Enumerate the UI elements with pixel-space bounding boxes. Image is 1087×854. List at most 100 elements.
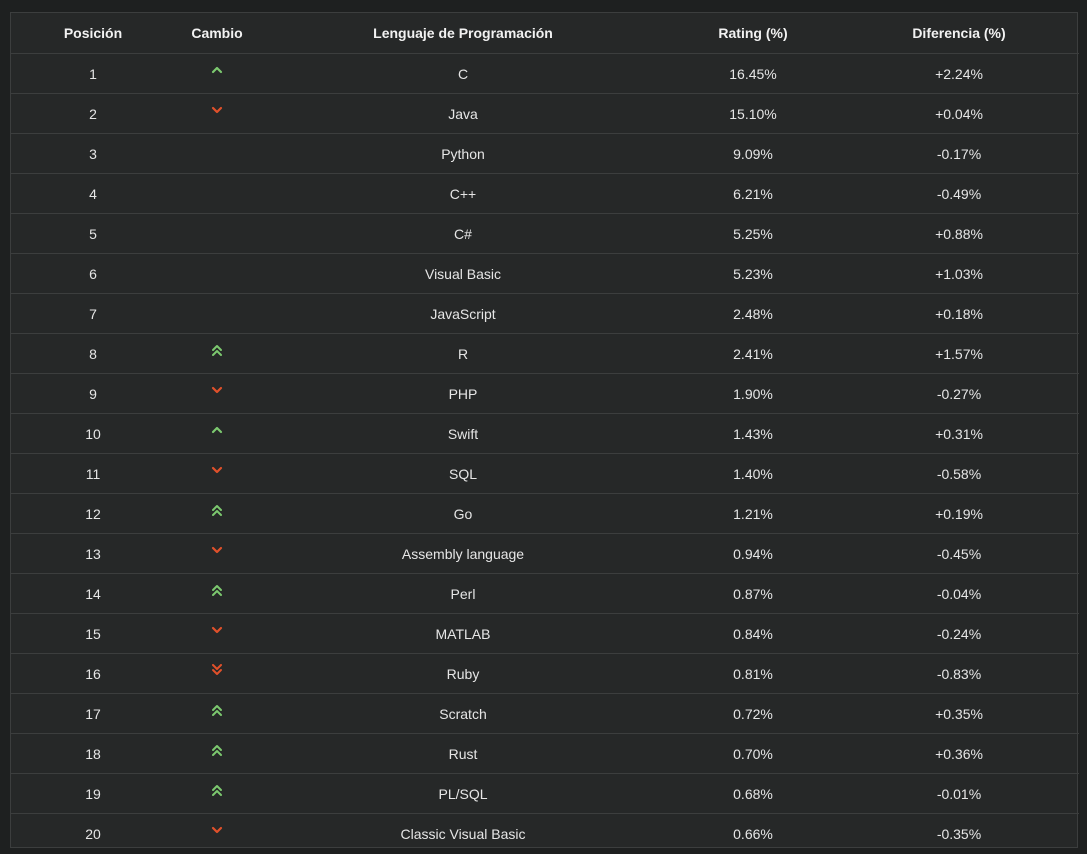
language-cell: Ruby (259, 653, 667, 694)
rating-cell: 0.87% (667, 573, 839, 614)
rating-cell: 2.48% (667, 293, 839, 334)
difference-cell: -0.35% (936, 825, 982, 842)
change-cell (175, 814, 259, 854)
rating-cell: 0.68% (667, 773, 839, 814)
position-cell: 7 (11, 293, 175, 334)
position-cell: 17 (11, 693, 175, 734)
position-cell: 19 (11, 773, 175, 814)
rating-cell: 15.10% (667, 93, 839, 134)
header-change[interactable]: Cambio (175, 13, 259, 54)
position-cell: 4 (11, 173, 175, 214)
difference-cell: -0.04% (839, 573, 1079, 614)
rating-cell: 2.41% (667, 333, 839, 374)
change-cell (175, 533, 259, 574)
position-cell: 14 (11, 573, 175, 614)
ranking-table-panel: Posición Cambio Lenguaje de Programación… (10, 12, 1079, 848)
difference-cell: -0.45% (839, 533, 1079, 574)
position-cell: 9 (11, 373, 175, 414)
chevron-down-icon (211, 384, 223, 396)
change-cell (175, 693, 259, 734)
table-row: 13 Assembly language 0.94% -0.45% (11, 533, 1079, 574)
chevron-down-icon (211, 624, 223, 636)
language-cell: Java (259, 93, 667, 134)
table-row: 11 SQL 1.40% -0.58% (11, 453, 1079, 494)
change-cell (175, 373, 259, 414)
difference-cell: +1.03% (839, 253, 1079, 294)
double-chevron-up-icon (211, 744, 223, 756)
rating-cell: 5.25% (667, 213, 839, 254)
difference-cell: +0.88% (839, 213, 1079, 254)
change-cell (175, 453, 259, 494)
chevron-up-icon (211, 424, 223, 436)
double-chevron-down-icon (211, 663, 223, 676)
table-row: 19 PL/SQL 0.68% -0.01% (11, 773, 1079, 814)
language-cell: Assembly language (259, 533, 667, 574)
rating-cell: 0.94% (667, 533, 839, 574)
table-row: 12 Go 1.21% +0.19% (11, 493, 1079, 534)
rating-cell: 0.72% (667, 693, 839, 734)
double-chevron-up-icon (211, 504, 223, 516)
position-cell: 6 (11, 253, 175, 294)
change-cell (175, 293, 259, 334)
difference-cell: -0.24% (839, 613, 1079, 654)
position-cell: 18 (11, 733, 175, 774)
difference-cell: +0.19% (839, 493, 1079, 534)
language-cell: C (259, 53, 667, 94)
table-row: 15 MATLAB 0.84% -0.24% (11, 613, 1079, 654)
change-cell (175, 173, 259, 214)
rating-cell: 0.84% (667, 613, 839, 654)
rating-cell: 1.90% (667, 373, 839, 414)
change-cell (175, 653, 259, 694)
change-cell (175, 573, 259, 614)
position-cell: 12 (11, 493, 175, 534)
header-position[interactable]: Posición (11, 13, 175, 54)
rating-cell: 6.21% (667, 173, 839, 214)
header-difference[interactable]: Diferencia (%) (839, 13, 1079, 54)
position-cell: 13 (11, 533, 175, 574)
position-cell: 16 (11, 653, 175, 694)
rating-cell: 1.40% (667, 453, 839, 494)
double-chevron-up-icon (211, 704, 223, 716)
double-chevron-up-icon (211, 584, 223, 596)
language-cell: C# (259, 213, 667, 254)
language-cell: Classic Visual Basic (400, 825, 526, 842)
difference-cell: -0.49% (839, 173, 1079, 214)
position-cell: 10 (11, 413, 175, 454)
difference-cell: -0.83% (839, 653, 1079, 694)
table-row: 7 JavaScript 2.48% +0.18% (11, 293, 1079, 334)
position-cell: 8 (11, 333, 175, 374)
table-row: 8 R 2.41% +1.57% (11, 333, 1079, 374)
difference-cell: +0.35% (839, 693, 1079, 734)
change-cell (175, 133, 259, 174)
rating-cell: 1.21% (667, 493, 839, 534)
position-cell: 20 (85, 825, 101, 842)
difference-cell: +1.57% (839, 333, 1079, 374)
position-cell: 5 (11, 213, 175, 254)
difference-cell: -0.27% (839, 373, 1079, 414)
double-chevron-up-icon (211, 784, 223, 796)
change-cell (175, 773, 259, 814)
difference-cell: +0.04% (839, 93, 1079, 134)
change-cell (175, 93, 259, 134)
double-chevron-up-icon (211, 344, 223, 356)
chevron-down-icon (211, 544, 223, 556)
table-row: 20 Classic Visual Basic 0.66% -0.35% (11, 814, 1079, 854)
rating-cell: 1.43% (667, 413, 839, 454)
table-row: 18 Rust 0.70% +0.36% (11, 733, 1079, 774)
table-row: 3 Python 9.09% -0.17% (11, 133, 1079, 174)
difference-cell: +0.31% (839, 413, 1079, 454)
header-language[interactable]: Lenguaje de Programación (259, 13, 667, 54)
language-cell: Swift (259, 413, 667, 454)
header-rating[interactable]: Rating (%) (667, 13, 839, 54)
difference-cell: -0.58% (839, 453, 1079, 494)
table-row: 6 Visual Basic 5.23% +1.03% (11, 253, 1079, 294)
change-cell (175, 213, 259, 254)
language-cell: Visual Basic (259, 253, 667, 294)
language-cell: Go (259, 493, 667, 534)
table-row: 16 Ruby 0.81% -0.83% (11, 653, 1079, 694)
language-cell: Python (259, 133, 667, 174)
table-row: 9 PHP 1.90% -0.27% (11, 373, 1079, 414)
rating-cell: 9.09% (667, 133, 839, 174)
table-row: 1 C 16.45% +2.24% (11, 53, 1079, 94)
programming-language-ranking-table: Posición Cambio Lenguaje de Programación… (11, 13, 1079, 853)
